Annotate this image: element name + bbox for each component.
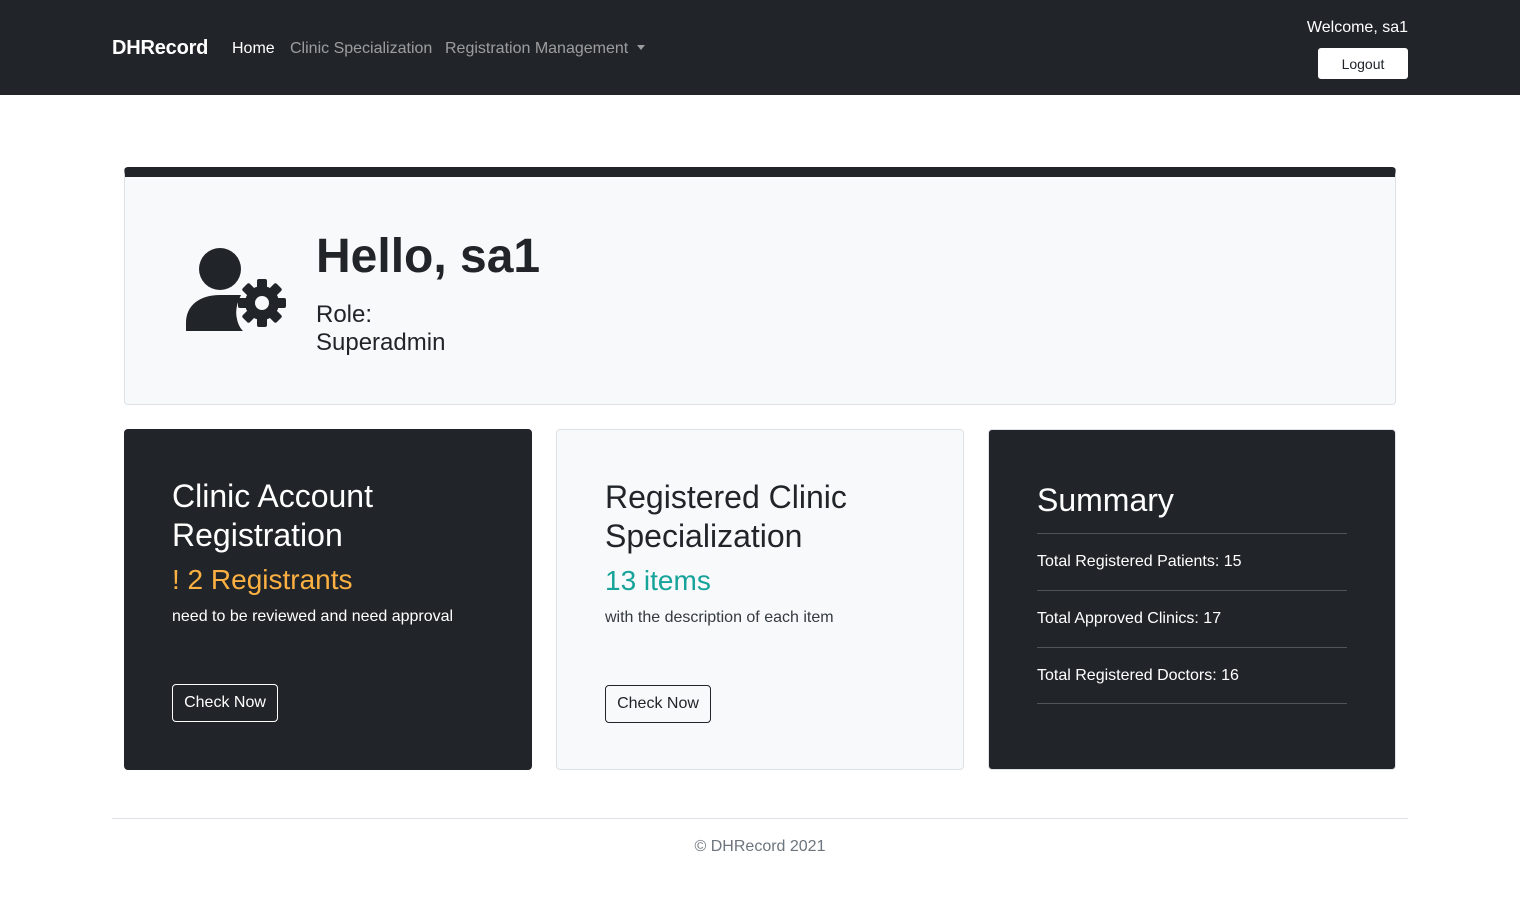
clinic-specialization-card: Registered Clinic Specialization 13 item…: [556, 429, 964, 770]
greeting-card: Hello, sa1 Role: Superadmin: [124, 167, 1396, 405]
nav-home[interactable]: Home: [232, 40, 275, 58]
role-value: Superadmin: [316, 329, 446, 356]
brand-logo[interactable]: DHRecord: [112, 37, 208, 60]
summary-item-clinics: Total Approved Clinics: 17: [1037, 590, 1347, 647]
check-specializations-button[interactable]: Check Now: [605, 685, 711, 723]
greeting-title: Hello, sa1: [316, 230, 541, 283]
card-description: with the description of each item: [605, 609, 834, 626]
summary-item-doctors: Total Registered Doctors: 16: [1037, 647, 1347, 704]
summary-item-patients: Total Registered Patients: 15: [1037, 533, 1347, 590]
registrants-count: ! 2 Registrants: [172, 564, 353, 595]
card-description: need to be reviewed and need approval: [172, 608, 454, 625]
role-label: Role:: [316, 301, 373, 328]
specialization-count: 13 items: [605, 565, 711, 596]
welcome-text: Welcome, sa1: [1306, 19, 1408, 36]
card-title: Registered Clinic Specialization: [605, 479, 847, 554]
nav-registration-management-label: Registration Management: [445, 40, 629, 57]
nav-registration-management[interactable]: Registration Management: [445, 40, 646, 58]
summary-list: Total Registered Patients: 15 Total Appr…: [1037, 533, 1347, 704]
clinic-registration-card: Clinic Account Registration ! 2 Registra…: [124, 429, 532, 770]
nav-clinic-specialization[interactable]: Clinic Specialization: [290, 40, 432, 58]
summary-card: Summary Total Registered Patients: 15 To…: [988, 429, 1396, 770]
footer-copyright: © DHRecord 2021: [694, 838, 826, 855]
top-navbar: DHRecord Home Clinic Specialization Regi…: [0, 0, 1520, 95]
user-gear-icon: [186, 248, 286, 331]
footer-divider: [112, 818, 1408, 819]
check-registrations-button[interactable]: Check Now: [172, 684, 278, 722]
card-title: Clinic Account Registration: [172, 478, 373, 553]
logout-button[interactable]: Logout: [1318, 48, 1408, 79]
chevron-down-icon: [637, 45, 646, 50]
summary-title: Summary: [1037, 482, 1174, 518]
